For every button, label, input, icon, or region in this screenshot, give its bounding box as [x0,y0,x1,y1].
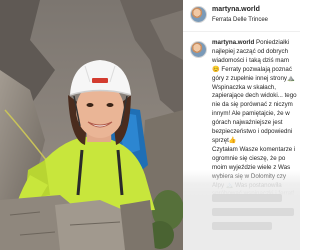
blurred-line [212,222,272,230]
post-photo [0,0,183,250]
blurred-comments-area [183,170,300,250]
caption-username[interactable]: martyna.world [212,39,254,46]
avatar[interactable] [190,6,207,23]
post-header: martyna.world Ferrata Delle Trincee [183,0,300,32]
climber-photo [0,0,183,250]
blurred-line [212,194,282,202]
post-side-panel: martyna.world Ferrata Delle Trincee mart… [183,0,300,250]
blurred-line [212,208,294,216]
post-location[interactable]: Ferrata Delle Trincee [212,17,268,23]
caption-avatar[interactable] [190,41,207,58]
post-username[interactable]: martyna.world [212,6,260,13]
